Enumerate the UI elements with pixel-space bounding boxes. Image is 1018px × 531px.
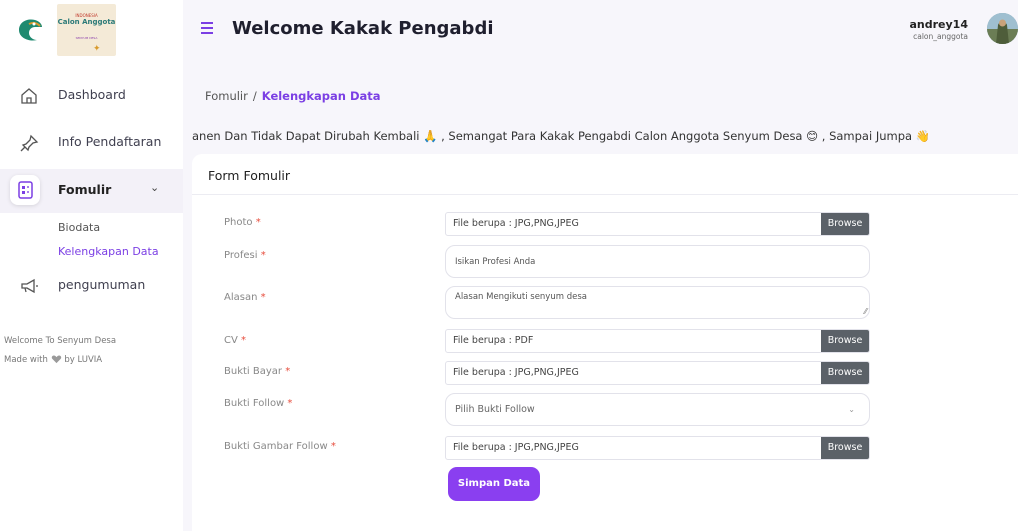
photo-file-input[interactable]: File berupa : JPG,PNG,JPEG Browse <box>445 212 870 236</box>
avatar-photo-icon <box>987 13 1018 44</box>
sidebar-item-label: pengumuman <box>58 277 146 292</box>
chevron-down-icon: ⌄ <box>848 405 855 414</box>
photo-browse-button[interactable]: Browse <box>821 213 869 235</box>
sidebar-item-fomulir[interactable]: Fomulir ⌄ <box>0 169 183 213</box>
breadcrumb-current: Kelengkapan Data <box>261 89 381 103</box>
form-icon <box>18 181 33 199</box>
bukti-gambar-follow-label-text: Bukti Gambar Follow <box>224 441 328 452</box>
file-placeholder: File berupa : PDF <box>453 335 534 346</box>
required-mark: * <box>260 250 266 261</box>
breadcrumb-parent[interactable]: Fomulir <box>205 89 248 103</box>
required-mark: * <box>330 441 336 452</box>
sidebar-item-label: Dashboard <box>58 87 126 102</box>
page-title: Welcome Kakak Pengabdi <box>232 18 494 39</box>
required-mark: * <box>241 335 247 346</box>
footer-made-with: Made with <box>4 355 48 365</box>
sidebar-subitem-biodata[interactable]: Biodata <box>58 221 100 234</box>
breadcrumb: Fomulir / Kelengkapan Data <box>205 89 381 103</box>
resize-handle-icon[interactable]: ⁄⁄ <box>864 307 867 316</box>
file-placeholder: File berupa : JPG,PNG,JPEG <box>453 367 579 378</box>
chevron-down-icon[interactable]: ⌄ <box>150 181 159 194</box>
announcement-marquee: anen Dan Tidak Dapat Dirubah Kembali 🙏 ,… <box>192 129 931 143</box>
sidebar-item-label: Info Pendaftaran <box>58 134 162 149</box>
home-icon <box>21 88 37 104</box>
file-placeholder: File berupa : JPG,PNG,JPEG <box>453 442 579 453</box>
cv-file-input[interactable]: File berupa : PDF Browse <box>445 329 870 353</box>
form-title: Form Fomulir <box>208 168 291 183</box>
sidebar-item-label: Fomulir <box>58 182 112 197</box>
footer-by: by LUVIA <box>64 355 103 365</box>
alasan-textarea[interactable]: Alasan Mengikuti senyum desa ⁄⁄ <box>445 286 870 319</box>
bukti-bayar-label: Bukti Bayar * <box>224 366 290 377</box>
alasan-label-text: Alasan <box>224 292 258 303</box>
avatar[interactable] <box>987 13 1018 44</box>
sidebar-subitem-kelengkapan-data[interactable]: Kelengkapan Data <box>58 245 159 258</box>
sidebar-item-pengumuman[interactable]: pengumuman <box>0 264 183 308</box>
cv-label: CV * <box>224 335 246 346</box>
file-placeholder: File berupa : JPG,PNG,JPEG <box>453 218 579 229</box>
pin-icon <box>20 134 39 152</box>
bukti-gambar-follow-label: Bukti Gambar Follow * <box>224 441 336 452</box>
required-mark: * <box>285 366 291 377</box>
input-placeholder: Isikan Profesi Anda <box>455 257 536 267</box>
bukti-gambar-follow-file-input[interactable]: File berupa : JPG,PNG,JPEG Browse <box>445 436 870 460</box>
footer-credit: Made with by LUVIA <box>4 355 102 365</box>
bukti-follow-label: Bukti Follow * <box>224 398 292 409</box>
select-value: Pilih Bukti Follow <box>455 404 535 415</box>
profesi-input[interactable]: Isikan Profesi Anda <box>445 245 870 278</box>
photo-label: Photo * <box>224 217 261 228</box>
cv-label-text: CV <box>224 335 238 346</box>
heart-icon <box>51 355 61 364</box>
bukti-gambar-follow-browse-button[interactable]: Browse <box>821 437 869 459</box>
bukti-bayar-label-text: Bukti Bayar <box>224 366 283 377</box>
bukti-bayar-file-input[interactable]: File berupa : JPG,PNG,JPEG Browse <box>445 361 870 385</box>
bukti-follow-select[interactable]: Pilih Bukti Follow ⌄ <box>445 393 870 426</box>
bukti-bayar-browse-button[interactable]: Browse <box>821 362 869 384</box>
sidebar-item-dashboard[interactable]: Dashboard <box>0 74 183 118</box>
required-mark: * <box>255 217 261 228</box>
form-card: Form Fomulir Photo * File berupa : JPG,P… <box>192 154 1018 531</box>
bird-logo-icon <box>19 19 42 41</box>
profesi-label: Profesi * <box>224 250 266 261</box>
user-role: calon_anggota <box>913 32 968 41</box>
logo-bird-icon: ✦ <box>93 44 101 54</box>
required-mark: * <box>287 398 293 409</box>
sidebar-item-info-pendaftaran[interactable]: Info Pendaftaran <box>0 121 183 165</box>
breadcrumb-separator: / <box>252 89 257 103</box>
simpan-data-button[interactable]: Simpan Data <box>448 467 540 501</box>
logo-card: INDONESIA Calon Anggota SENYUM DESA ✦ <box>57 4 116 56</box>
sidebar: INDONESIA Calon Anggota SENYUM DESA ✦ Da… <box>0 0 183 531</box>
alasan-label: Alasan * <box>224 292 266 303</box>
logo-title: Calon Anggota <box>57 18 116 26</box>
photo-label-text: Photo <box>224 217 253 228</box>
megaphone-icon <box>21 278 38 294</box>
textarea-placeholder: Alasan Mengikuti senyum desa <box>455 292 587 302</box>
profesi-label-text: Profesi <box>224 250 258 261</box>
user-name[interactable]: andrey14 <box>910 18 969 31</box>
logo-subtitle: SENYUM DESA <box>75 36 98 40</box>
footer-welcome: Welcome To Senyum Desa <box>4 336 117 346</box>
required-mark: * <box>260 292 266 303</box>
bukti-follow-label-text: Bukti Follow <box>224 398 285 409</box>
divider <box>192 194 1018 195</box>
cv-browse-button[interactable]: Browse <box>821 330 869 352</box>
menu-toggle-icon[interactable] <box>200 21 214 35</box>
